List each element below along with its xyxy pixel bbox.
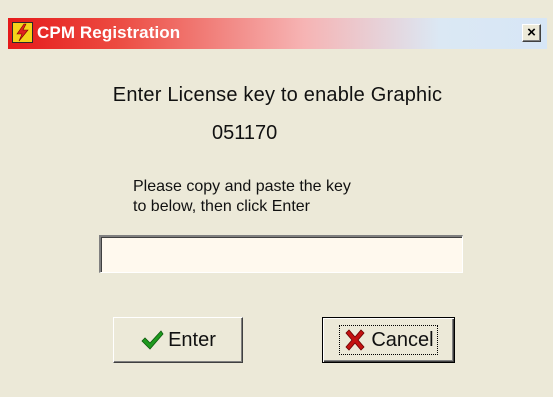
lightning-icon (12, 22, 33, 43)
instructions-line-1: Please copy and paste the key (133, 178, 351, 195)
registration-code: 051170 (212, 122, 278, 144)
title-bar[interactable]: CPM Registration × (8, 18, 547, 49)
cancel-button[interactable]: Cancel (322, 317, 455, 363)
instructions-text: Please copy and paste the key to below, … (133, 177, 433, 217)
window-title: CPM Registration (37, 23, 181, 42)
enter-label: Enter (168, 328, 216, 351)
cancel-label: Cancel (371, 328, 434, 351)
license-heading: Enter License key to enable Graphic (112, 84, 443, 106)
dialog-body: Enter License key to enable Graphic 0511… (8, 49, 547, 397)
license-key-input[interactable] (99, 235, 463, 273)
focus-rectangle: Cancel (339, 325, 438, 355)
close-icon: × (527, 24, 536, 41)
instructions-line-2: to below, then click Enter (133, 198, 310, 215)
enter-button[interactable]: Enter (113, 317, 243, 363)
registration-dialog: CPM Registration × Enter License key to … (0, 0, 553, 397)
checkmark-icon (141, 330, 164, 350)
close-button[interactable]: × (522, 24, 541, 42)
x-icon (345, 329, 365, 351)
